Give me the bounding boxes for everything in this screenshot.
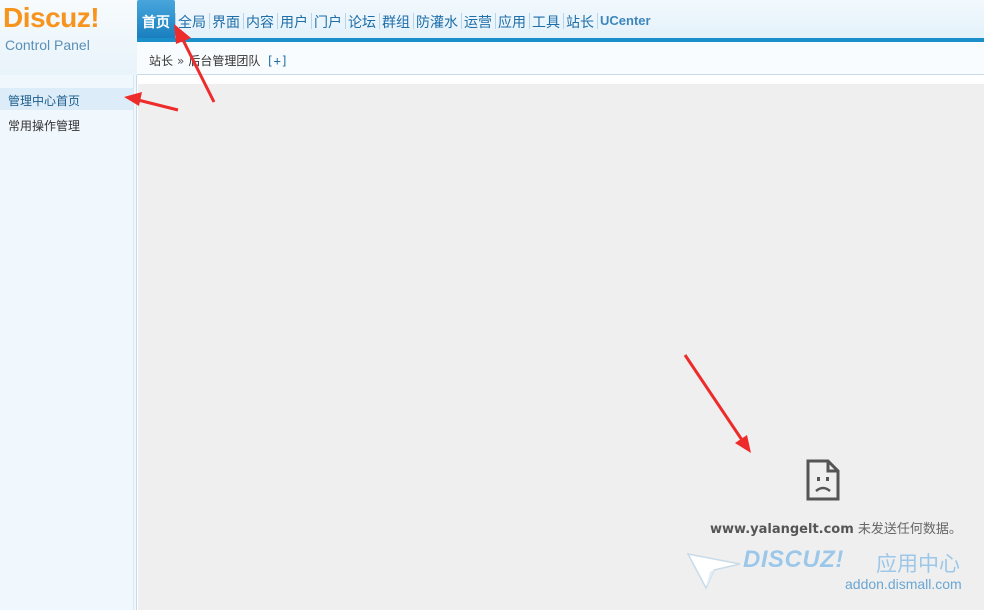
sidebar-item-admin-home[interactable]: 管理中心首页	[0, 88, 134, 110]
add-shortcut-button[interactable]: [+]	[266, 54, 288, 68]
nav-extended[interactable]: 运营	[461, 0, 495, 38]
nav-user[interactable]: 用户	[277, 0, 311, 38]
logo-subtitle: Control Panel	[5, 37, 90, 53]
error-host: www.yalangelt.com	[710, 522, 854, 537]
nav-plugin[interactable]: 应用	[495, 0, 529, 38]
breadcrumb-current: 后台管理团队	[188, 54, 261, 68]
sad-document-icon	[806, 459, 840, 501]
sidebar: 管理中心首页 常用操作管理	[0, 75, 137, 610]
nav-content[interactable]: 内容	[243, 0, 277, 38]
logo-title: Discuz!	[3, 2, 100, 33]
nav-home[interactable]: 首页	[137, 0, 175, 38]
nav-portal[interactable]: 门户	[311, 0, 345, 38]
sidebar-item-common-ops[interactable]: 常用操作管理	[0, 113, 134, 135]
nav-safe[interactable]: 防灌水	[413, 0, 461, 38]
main-nav: 首页 全局 界面 内容 用户 门户 论坛 群组 防灌水 运营 应用 工具 站长 …	[137, 0, 654, 38]
breadcrumb-separator: »	[177, 54, 185, 68]
header-nav-bar: 首页 全局 界面 内容 用户 门户 论坛 群组 防灌水 运营 应用 工具 站长 …	[137, 0, 984, 42]
nav-global[interactable]: 全局	[175, 0, 209, 38]
nav-founder[interactable]: 站长	[563, 0, 597, 38]
watermark-brand: DISCUZ!	[743, 546, 844, 573]
error-text: 未发送任何数据。	[853, 522, 962, 537]
watermark-arrow-icon	[686, 552, 741, 590]
breadcrumb-parent[interactable]: 站长	[149, 54, 173, 68]
nav-tools[interactable]: 工具	[529, 0, 563, 38]
nav-ucenter[interactable]: UCenter	[597, 0, 654, 38]
watermark-url: addon.dismall.com	[845, 576, 962, 592]
watermark-app-center: 应用中心	[876, 552, 960, 576]
nav-forum[interactable]: 论坛	[345, 0, 379, 38]
breadcrumb-bar: 站长 » 后台管理团队 [+]	[137, 42, 984, 75]
logo[interactable]: Discuz! Control Panel	[0, 0, 137, 75]
nav-style[interactable]: 界面	[209, 0, 243, 38]
breadcrumb: 站长 » 后台管理团队 [+]	[149, 52, 288, 69]
nav-group[interactable]: 群组	[379, 0, 413, 38]
error-message: www.yalangelt.com 未发送任何数据。	[710, 518, 962, 537]
